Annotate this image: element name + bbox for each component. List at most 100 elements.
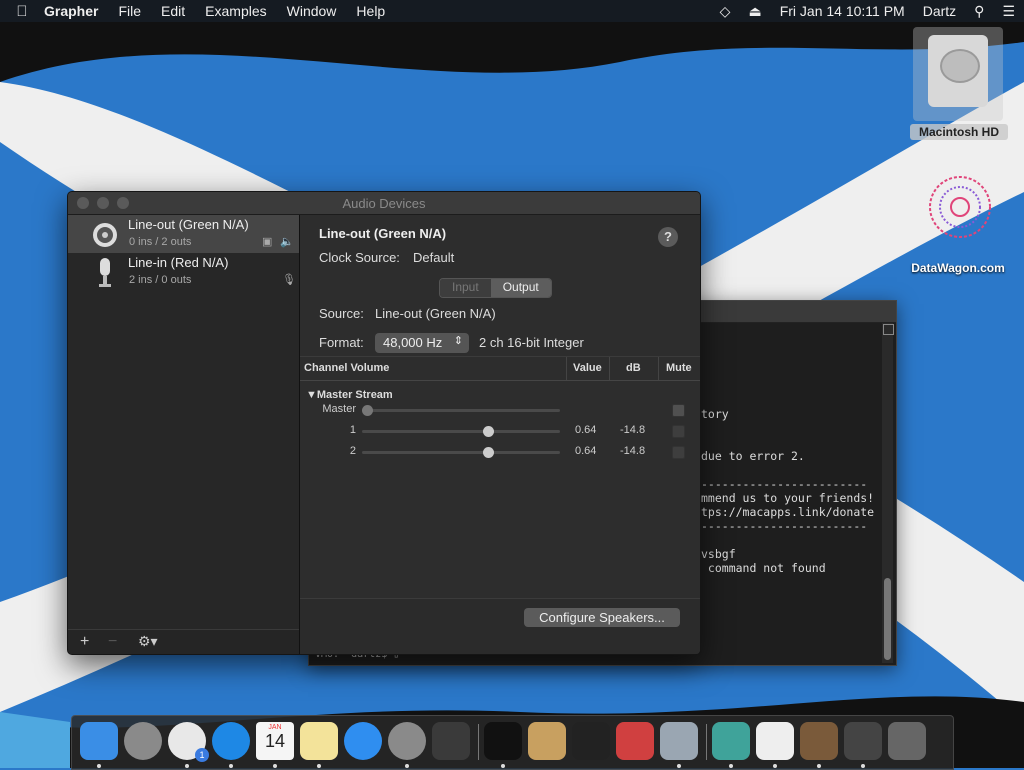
col-mute[interactable]: Mute <box>666 362 692 374</box>
col-db[interactable]: dB <box>626 362 641 374</box>
channel-volume-slider[interactable] <box>362 405 560 416</box>
menu-bar:  Grapher File Edit Examples Window Help… <box>0 0 1024 22</box>
running-indicator <box>773 764 777 768</box>
running-indicator <box>729 764 733 768</box>
channel-db: -14.8 <box>620 424 646 436</box>
clock-source-label: Clock Source: <box>319 250 400 265</box>
scroll-thumb[interactable] <box>884 578 891 660</box>
spotlight-search-icon[interactable]: ⚲ <box>965 3 993 20</box>
chess-board-icon[interactable] <box>800 722 838 760</box>
format-description: 2 ch 16-bit Integer <box>479 335 584 350</box>
mute-checkbox[interactable] <box>672 446 685 459</box>
badge-count: 1 <box>195 748 209 762</box>
gear-menu-button[interactable]: ⚙︎▾ <box>138 633 158 650</box>
menu-examples[interactable]: Examples <box>195 3 276 19</box>
colorsync-icon[interactable] <box>616 722 654 760</box>
finder-icon[interactable] <box>80 722 118 760</box>
document-icon[interactable] <box>756 722 794 760</box>
datawagon-label[interactable]: DataWagon.com <box>900 261 1016 275</box>
window-titlebar[interactable]: Audio Devices <box>68 192 700 215</box>
add-device-button[interactable]: + <box>80 633 89 651</box>
device-list: Line-out (Green N/A) 0 ins / 2 outs ▣ 🔈 … <box>68 215 300 654</box>
running-indicator <box>317 764 321 768</box>
running-indicator <box>405 764 409 768</box>
channel-volume-slider[interactable] <box>362 447 560 458</box>
system-preferences-icon[interactable] <box>388 722 426 760</box>
terminal-icon[interactable] <box>484 722 522 760</box>
trash-icon[interactable] <box>888 722 926 760</box>
mute-checkbox[interactable] <box>672 404 685 417</box>
datawagon-icon[interactable] <box>925 172 995 242</box>
notification-center-icon[interactable]: ☰ <box>993 3 1024 20</box>
device-detail-pane: Line-out (Green N/A) ? Clock Source: Def… <box>300 215 700 654</box>
dock: 1 JAN 14 <box>71 715 954 770</box>
menu-user[interactable]: Dartz <box>914 3 965 19</box>
dock-separator <box>706 724 707 760</box>
diamond-status-icon[interactable]: ◇ <box>711 3 740 20</box>
menu-help[interactable]: Help <box>346 3 395 19</box>
piano-icon[interactable] <box>572 722 610 760</box>
channel-value: 0.64 <box>575 445 597 457</box>
device-row-line-in[interactable]: Line-in (Red N/A) 2 ins / 0 outs 🎙 <box>68 253 299 291</box>
calendar-month: JAN <box>268 724 282 731</box>
format-select[interactable]: 48,000 Hz ⇕ <box>375 333 469 353</box>
col-value[interactable]: Value <box>573 362 602 374</box>
remove-device-button[interactable]: − <box>108 633 117 651</box>
safari-icon[interactable] <box>212 722 250 760</box>
source-label: Source: <box>319 306 364 321</box>
running-indicator <box>185 764 189 768</box>
source-value: Line-out (Green N/A) <box>375 306 496 321</box>
chrome-icon[interactable]: 1 <box>168 722 209 762</box>
running-indicator <box>861 764 865 768</box>
terminal-scrollbar[interactable] <box>882 323 894 663</box>
running-indicator <box>501 764 505 768</box>
stream-name: Master Stream <box>316 389 393 401</box>
disclosure-triangle-icon[interactable]: ▼ <box>306 389 317 401</box>
configure-speakers-button[interactable]: Configure Speakers... <box>524 608 680 627</box>
tab-input[interactable]: Input <box>440 279 491 297</box>
slider-knob[interactable] <box>362 405 373 416</box>
macintosh-hd-label[interactable]: Macintosh HD <box>910 124 1008 140</box>
device-name: Line-in (Red N/A) <box>128 255 229 270</box>
format-label: Format: <box>319 335 364 350</box>
help-button[interactable]: ? <box>658 227 678 247</box>
launchpad-icon[interactable] <box>124 722 162 760</box>
channel-label: 1 <box>349 424 356 436</box>
col-channel-volume[interactable]: Channel Volume <box>304 362 389 374</box>
calendar-icon[interactable]: JAN 14 <box>256 722 294 760</box>
menu-window[interactable]: Window <box>277 3 347 19</box>
running-indicator <box>229 764 233 768</box>
volume-table-header: Channel Volume Value dB Mute <box>300 356 700 381</box>
microphone-icon <box>99 258 111 287</box>
device-list-toolbar: + − ⚙︎▾ <box>68 629 299 654</box>
tab-output[interactable]: Output <box>490 279 551 297</box>
macintosh-hd-icon[interactable] <box>913 27 1003 121</box>
scroll-top-icon[interactable] <box>883 324 894 335</box>
menu-app-name[interactable]: Grapher <box>44 3 108 19</box>
default-output-icon: ▣ <box>262 236 273 248</box>
stepper-arrows-icon: ⇕ <box>453 335 463 347</box>
audio-devices-window: Audio Devices Line-out (Green N/A) 0 ins… <box>67 191 701 655</box>
device-row-line-out[interactable]: Line-out (Green N/A) 0 ins / 2 outs ▣ 🔈 <box>68 215 299 253</box>
window-title: Audio Devices <box>342 196 426 211</box>
photo-app-icon[interactable] <box>432 722 470 760</box>
menu-edit[interactable]: Edit <box>151 3 195 19</box>
apple-menu-icon[interactable]:  <box>0 3 44 20</box>
mute-checkbox[interactable] <box>672 425 685 438</box>
channel-volume-slider[interactable] <box>362 426 560 437</box>
slider-knob[interactable] <box>482 447 494 458</box>
notes-icon[interactable] <box>300 722 338 760</box>
io-segmented-control: Input Output <box>439 278 552 298</box>
app-store-icon[interactable] <box>344 722 382 760</box>
app-icon[interactable] <box>712 722 750 760</box>
running-indicator <box>677 764 681 768</box>
utilities-icon[interactable] <box>660 722 698 760</box>
menu-file[interactable]: File <box>108 3 151 19</box>
chess-icon[interactable] <box>528 722 566 760</box>
eject-icon[interactable]: ⏏ <box>739 3 770 20</box>
slider-knob[interactable] <box>482 426 494 437</box>
menu-clock[interactable]: Fri Jan 14 10:11 PM <box>771 3 914 19</box>
master-stream-row[interactable]: ▼Master Stream <box>306 389 393 401</box>
stack-icon[interactable] <box>844 722 882 760</box>
running-indicator <box>273 764 277 768</box>
